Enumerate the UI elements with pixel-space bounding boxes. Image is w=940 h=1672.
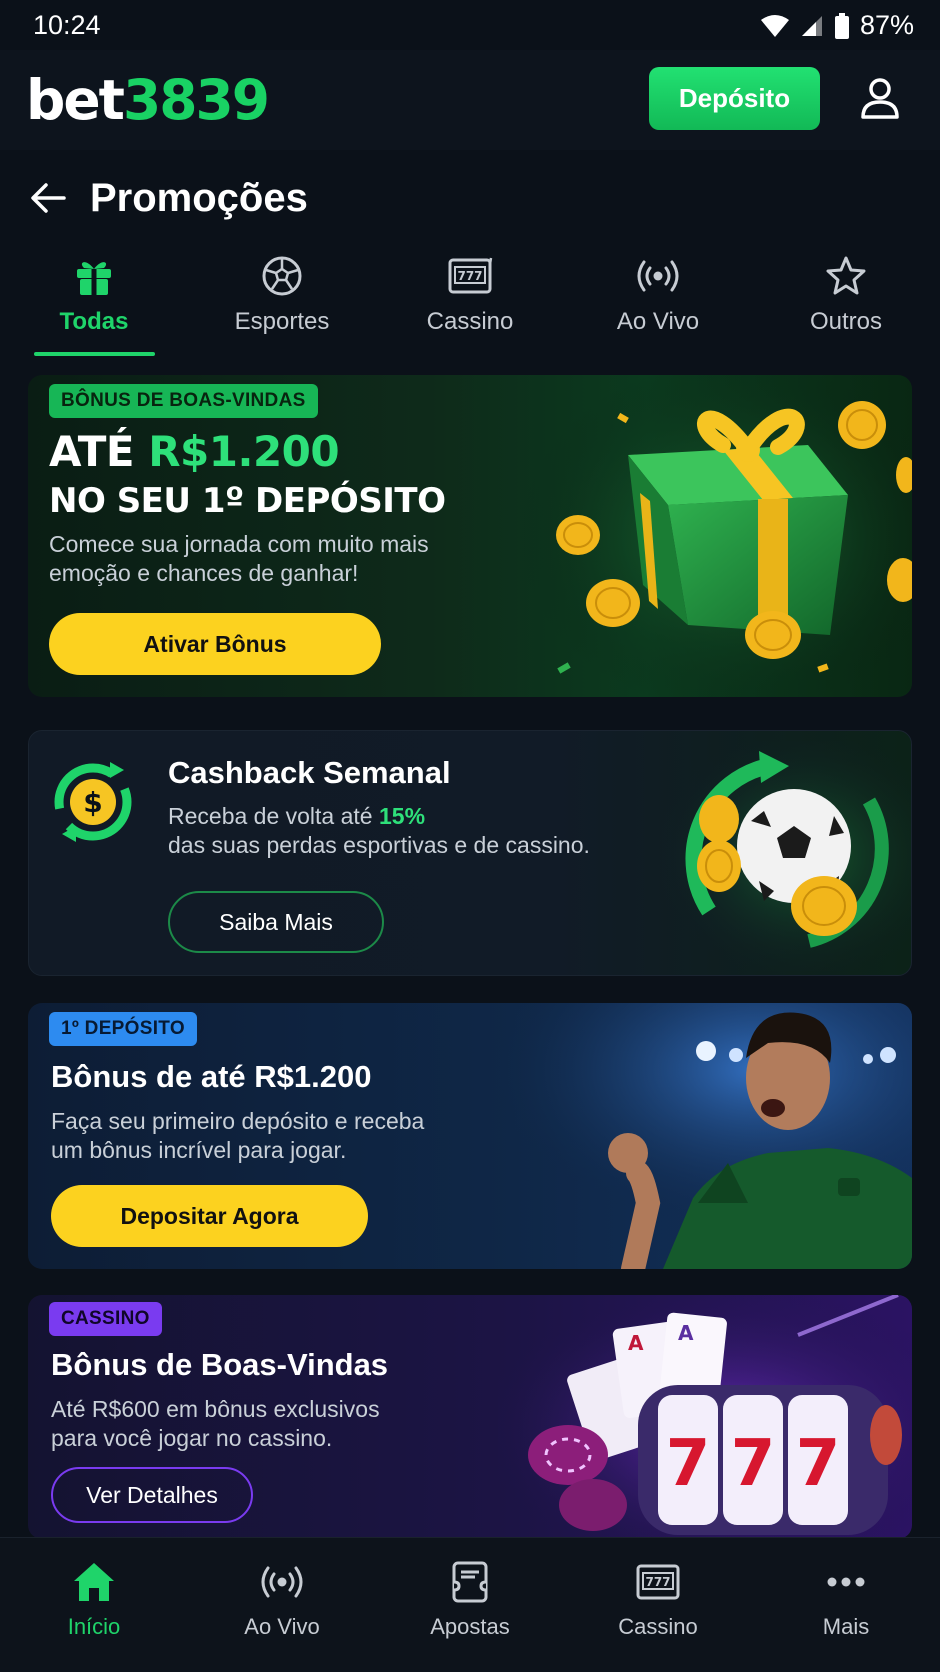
coin-illustration	[556, 515, 600, 555]
star-icon	[826, 256, 866, 295]
svg-text:7: 7	[666, 1427, 711, 1501]
more-icon	[827, 1577, 865, 1587]
live-broadcast-icon	[261, 1566, 303, 1598]
tab-outros[interactable]: Outros	[752, 250, 940, 358]
promo-title: Bônus de até R$1.200	[51, 1059, 372, 1094]
promo-card-cashback[interactable]: $ Cashback Semanal Receba de volta até 1…	[28, 730, 912, 976]
gift-icon	[77, 262, 111, 295]
promo-headline: ATÉ R$1.200	[49, 427, 340, 476]
slot-machine-icon: 777	[448, 257, 493, 294]
nav-item-inicio[interactable]: Início	[0, 1560, 188, 1640]
nav-label: Mais	[822, 1614, 870, 1639]
promo-description: Até R$600 em bônus exclusivos para você …	[51, 1396, 380, 1451]
nav-label: Apostas	[430, 1614, 510, 1639]
page-title-row: Promoções	[0, 162, 940, 238]
nav-item-cassino[interactable]: 777 Cassino	[564, 1560, 752, 1640]
tab-esportes[interactable]: Esportes	[188, 250, 376, 358]
status-bar: 10:24 87%	[0, 0, 940, 50]
battery-icon	[834, 12, 850, 39]
soccer-player-illustration	[468, 1003, 912, 1269]
user-profile-icon[interactable]	[855, 72, 905, 122]
promo-card-welcome-bonus[interactable]: BÔNUS DE BOAS-VINDAS ATÉ R$1.200 NO SEU …	[28, 375, 912, 697]
promo-title: Bônus de Boas-Vindas	[51, 1347, 389, 1382]
nav-item-apostas[interactable]: Apostas	[376, 1560, 564, 1640]
promo-title: Cashback Semanal	[168, 755, 451, 790]
promo-badge: BÔNUS DE BOAS-VINDAS	[49, 384, 318, 418]
svg-text:A: A	[628, 1331, 644, 1355]
promo-headline-line2: NO SEU 1º DEPÓSITO	[49, 481, 446, 521]
tab-label: Todas	[59, 308, 129, 335]
learn-more-button[interactable]: Saiba Mais	[168, 891, 384, 953]
tab-todas[interactable]: Todas	[0, 250, 188, 358]
app-header: bet3839 Depósito	[0, 50, 940, 150]
tab-ao-vivo[interactable]: Ao Vivo	[564, 250, 752, 358]
cashback-percent: 15%	[378, 803, 426, 829]
tab-label: Ao Vivo	[616, 308, 700, 335]
nav-item-ao-vivo[interactable]: Ao Vivo	[188, 1560, 376, 1640]
svg-text:A: A	[678, 1321, 694, 1345]
promo-badge: CASSINO	[49, 1302, 162, 1336]
tab-cassino[interactable]: 777 Cassino	[376, 250, 564, 358]
logo-text-number: 3839	[122, 68, 270, 132]
brand-logo[interactable]: bet3839	[26, 68, 270, 132]
status-icons: 87%	[760, 10, 914, 41]
nav-label: Início	[67, 1614, 121, 1639]
svg-text:7: 7	[796, 1427, 841, 1501]
nav-label: Cassino	[618, 1614, 698, 1639]
slot-machine-cards-illustration: A A 7 7 7	[498, 1295, 912, 1539]
promo-card-casino[interactable]: A A 7 7 7 CASSINO Bônus de Boas-Vindas A…	[28, 1295, 912, 1539]
page-title: Promoções	[90, 176, 308, 220]
live-broadcast-icon	[637, 260, 679, 292]
promo-description: Faça seu primeiro depósito e receba um b…	[51, 1108, 425, 1163]
soccer-ball-coins-illustration	[639, 741, 911, 971]
slot-machine-icon: 777	[636, 1564, 680, 1600]
tab-label: Outros	[809, 308, 883, 335]
tab-label: Esportes	[234, 308, 330, 335]
nav-item-mais[interactable]: Mais	[752, 1560, 940, 1640]
wifi-icon	[760, 14, 790, 38]
gift-box-illustration	[518, 375, 912, 697]
svg-text:7: 7	[731, 1427, 776, 1501]
logo-text-bet: bet	[26, 68, 125, 132]
svg-text:777: 777	[645, 1575, 670, 1589]
cashback-icon: $	[54, 762, 132, 842]
svg-text:$: $	[83, 786, 102, 819]
view-details-button[interactable]: Ver Detalhes	[51, 1467, 253, 1523]
promo-amount: R$1.200	[148, 427, 340, 476]
promo-card-first-deposit[interactable]: 1º DEPÓSITO Bônus de até R$1.200 Faça se…	[28, 1003, 912, 1269]
bottom-navigation: Início Ao Vivo Apostas 777 Cassino Mais	[0, 1537, 940, 1672]
home-icon	[74, 1563, 114, 1601]
back-arrow-icon[interactable]	[28, 178, 68, 218]
bet-slip-icon	[452, 1561, 488, 1603]
promo-badge: 1º DEPÓSITO	[49, 1012, 197, 1046]
tab-label: Cassino	[426, 308, 514, 335]
promo-category-tabs: Todas Esportes 777 Cassino Ao Vivo Outro…	[0, 250, 940, 360]
deposit-now-button[interactable]: Depositar Agora	[51, 1185, 368, 1247]
promo-description: Receba de volta até 15% das suas perdas …	[168, 803, 590, 858]
battery-percent: 87%	[859, 10, 914, 40]
activate-bonus-button[interactable]: Ativar Bônus	[49, 613, 381, 675]
svg-text:777: 777	[457, 269, 482, 283]
soccer-ball-icon	[262, 256, 302, 296]
status-time: 10:24	[33, 10, 101, 40]
nav-label: Ao Vivo	[244, 1614, 320, 1639]
deposit-button[interactable]: Depósito	[649, 67, 820, 130]
promo-description: Comece sua jornada com muito mais emoção…	[49, 531, 429, 586]
signal-icon	[800, 14, 824, 38]
active-tab-indicator	[34, 352, 155, 356]
